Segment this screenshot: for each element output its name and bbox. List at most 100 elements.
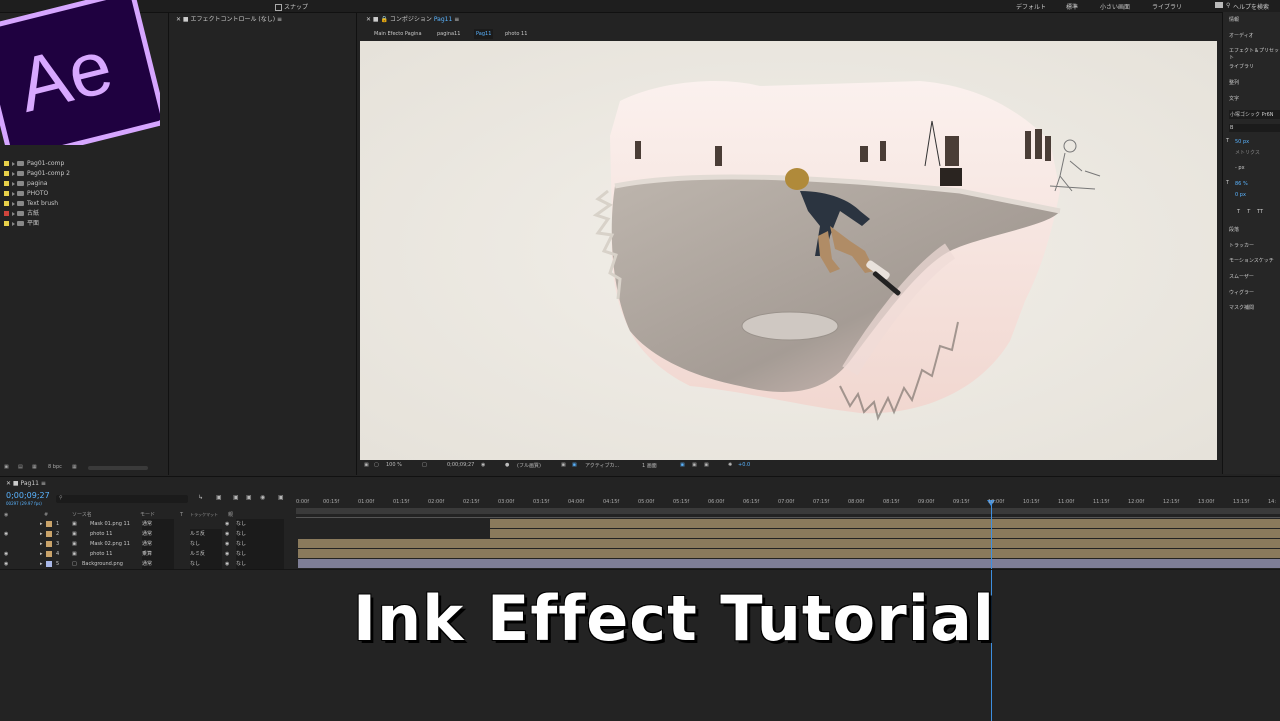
project-item[interactable]: Pag01-comp [4,159,64,168]
panel-libraries[interactable]: ライブラリ [1229,63,1254,70]
comp-breadcrumb-pag11[interactable]: Pag11 [474,29,494,39]
label-color-swatch[interactable] [46,531,52,537]
panel-tracker[interactable]: トラッカー [1229,242,1254,249]
project-item[interactable]: 平面 [4,219,39,228]
layer-bar[interactable] [298,539,1280,548]
workspace-small-screen[interactable]: 小さい画面 [1100,2,1130,11]
layer-name[interactable]: Background.png [82,559,123,569]
layer-parent-select[interactable]: なし [236,529,284,539]
project-item[interactable]: pagina [4,179,47,188]
workspace-libraries[interactable]: ライブラリ [1152,2,1182,11]
layer-parent-select[interactable]: なし [236,519,284,529]
trash-icon[interactable]: ▦ [72,464,77,470]
resolution-select[interactable]: (フル画質) [517,462,541,469]
expand-arrow-icon[interactable] [12,161,15,166]
fast-preview-icon[interactable]: ▣ [704,462,709,468]
comp-mini-flowchart-icon[interactable]: ↳ [198,494,203,501]
motion-blur-icon[interactable]: ◉ [260,494,265,501]
layer-mode-select[interactable]: 通常 [142,559,174,569]
label-color-swatch[interactable] [46,561,52,567]
expand-arrow-icon[interactable] [12,191,15,196]
layer-parent-select[interactable]: なし [236,539,284,549]
camera-select[interactable]: アクティブカ... [585,462,619,469]
region-icon[interactable]: ▣ [561,462,566,468]
expand-arrow-icon[interactable] [12,211,15,216]
expand-arrow-icon[interactable]: ▸ [40,519,43,529]
panel-motion-sketch[interactable]: モーションスケッチ [1229,257,1274,264]
composition-viewer[interactable] [360,41,1217,460]
comp-breadcrumb-main[interactable]: Main Efecto Pagina [374,31,422,37]
project-item[interactable]: Pag01-comp 2 [4,169,70,178]
expand-arrow-icon[interactable]: ▸ [40,539,43,549]
pickwhip-icon[interactable]: ◉ [225,559,229,569]
search-icon[interactable]: ⚲ [1226,2,1230,9]
track-matte-select[interactable]: ルミ反 [190,529,222,539]
panel-audio[interactable]: オーディオ [1229,32,1254,39]
expand-arrow-icon[interactable]: ▸ [40,549,43,559]
layer-row[interactable]: ◉ ▸ 4 ▣ photo 11 乗算 ルミ反 ◉ なし [0,549,292,559]
track-matte-select[interactable]: なし [190,559,222,569]
interpret-footage-icon[interactable]: ▣ [4,464,9,470]
panel-wiggler[interactable]: ウィグラー [1229,289,1254,296]
panel-paragraph[interactable]: 段落 [1229,226,1239,233]
panel-character[interactable]: 文字 [1229,95,1239,102]
help-search-input[interactable]: ヘルプを検索 [1233,2,1269,11]
panel-smoother[interactable]: スムーザー [1229,273,1254,280]
stroke-width-value[interactable]: - px [1235,165,1245,171]
project-scrollbar[interactable] [88,466,148,470]
workspace-default[interactable]: デフォルト [1016,2,1046,11]
layer-mode-select[interactable]: 通常 [142,539,174,549]
font-family-select[interactable]: 小塚ゴシック Pr6N [1229,110,1280,119]
comp-breadcrumb-pagina11[interactable]: pagina11 [437,31,460,37]
view-layout-select[interactable]: 1 画面 [642,462,657,469]
shy-icon[interactable]: ▣ [233,494,239,501]
snapshot-icon[interactable]: □ [422,462,427,468]
faux-bold-button[interactable]: T [1237,209,1240,215]
timeline-tab[interactable]: ✕ ■ Pag11 ≡ [6,480,46,488]
layer-parent-select[interactable]: なし [236,549,284,559]
effect-controls-tab[interactable]: ✕ ■ エフェクトコントロール (なし) ≡ [176,16,282,24]
zoom-select[interactable]: 100 % [386,462,402,468]
new-folder-icon[interactable]: ▤ [18,464,23,470]
font-style-select[interactable]: B [1229,124,1280,132]
layer-mode-select[interactable]: 通常 [142,529,174,539]
transparency-grid-icon[interactable]: ▣ [572,462,577,468]
layer-mode-select[interactable]: 乗算 [142,549,174,559]
composition-tab[interactable]: ✕ ■ 🔒 コンポジション Pag11 ≡ [366,16,459,24]
project-item[interactable]: PHOTO [4,189,48,198]
panel-mask-interpolation[interactable]: マスク補間 [1229,304,1254,311]
panel-align[interactable]: 整列 [1229,79,1239,86]
visibility-eye-icon[interactable]: ◉ [4,529,8,539]
layer-row[interactable]: ▸ 1 ▣ Mask 01.png 11 通常 ◉ なし [0,519,292,529]
color-icon[interactable]: ● [505,462,509,468]
faux-italic-button[interactable]: T [1247,209,1250,215]
pickwhip-icon[interactable]: ◉ [225,539,229,549]
work-area-bar[interactable] [296,508,1280,514]
layer-bar[interactable] [298,559,1280,568]
layer-name[interactable]: Mask 02.png 11 [90,539,130,549]
timeline-search-input[interactable]: ⚲ [56,495,188,503]
layer-name[interactable]: photo 11 [90,549,112,559]
expand-arrow-icon[interactable] [12,181,15,186]
graph-editor-icon[interactable]: ▣ [278,494,284,501]
pickwhip-icon[interactable]: ◉ [225,519,229,529]
layer-name[interactable]: photo 11 [90,529,112,539]
track-matte-select[interactable]: ルミ反 [190,549,222,559]
visibility-eye-icon[interactable]: ◉ [4,559,8,569]
flowchart-icon[interactable]: ▣ [692,462,697,468]
panel-info[interactable]: 情報 [1229,16,1239,23]
layer-mode-select[interactable]: 通常 [142,519,174,529]
workspace-standard[interactable]: 標準 [1066,2,1078,11]
layer-row[interactable]: ◉ ▸ 2 ▣ photo 11 通常 ルミ反 ◉ なし [0,529,292,539]
project-item[interactable]: 古紙 [4,209,39,218]
label-color-swatch[interactable] [46,541,52,547]
layer-row[interactable]: ◉ ▸ 5 □ Background.png 通常 なし ◉ なし [0,559,292,569]
pickwhip-icon[interactable]: ◉ [225,549,229,559]
comp-breadcrumb-photo11[interactable]: photo 11 [505,31,527,37]
current-time[interactable]: 0;00;09;27 [447,462,474,468]
expand-arrow-icon[interactable] [12,171,15,176]
draft-3d-icon[interactable]: ▣ [216,494,222,501]
layer-bar[interactable] [490,519,1280,528]
visibility-eye-icon[interactable]: ◉ [4,549,8,559]
snap-checkbox[interactable]: スナップ [275,2,308,11]
